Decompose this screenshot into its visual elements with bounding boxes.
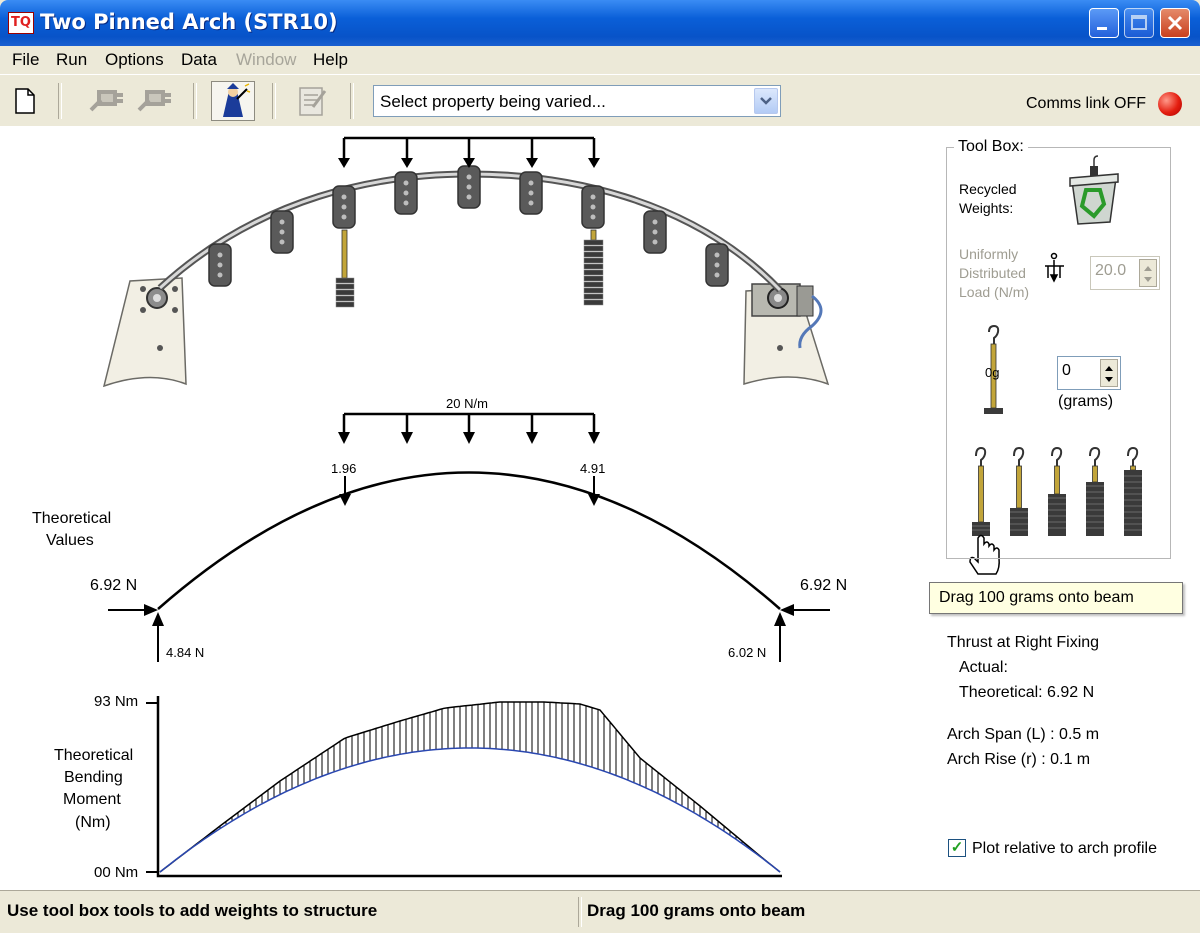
grams-value[interactable]: 0 [1062, 362, 1071, 380]
status-bar: Use tool box tools to add weights to str… [0, 890, 1200, 933]
bm-outer-curve [159, 701, 781, 873]
menu-options[interactable]: Options [105, 50, 164, 70]
udl-label-2: Distributed [959, 265, 1026, 281]
bm-label-2: Bending [64, 769, 123, 786]
menu-run[interactable]: Run [56, 50, 87, 70]
app-window: TQ Two Pinned Arch (STR10) File Run Opti… [0, 0, 1200, 933]
arch-span: Arch Span (L) : 0.5 m [947, 726, 1100, 743]
force-diagram [108, 412, 830, 662]
notes-button [294, 83, 330, 119]
tool-box-title: Tool Box: [954, 138, 1028, 156]
bm-label-4: (Nm) [75, 814, 111, 831]
connect-button [86, 83, 126, 119]
disconnect-button [134, 83, 174, 119]
grams-spin-arrows[interactable] [1100, 359, 1118, 387]
plot-relative-checkbox[interactable]: ✓ [948, 839, 966, 857]
left-thrust-label: 6.92 N [90, 577, 138, 594]
new-file-button[interactable] [10, 83, 40, 119]
theoretical-values-label-2: Values [46, 532, 94, 549]
property-select-value: Select property being varied... [380, 92, 606, 111]
right-thrust-label: 6.92 N [800, 577, 848, 594]
theoretical-values-label-1: Theoretical [32, 510, 112, 527]
udl-spinner: 20.0 [1090, 256, 1160, 290]
arch-rise: Arch Rise (r) : 0.1 m [947, 751, 1091, 768]
thrust-title: Thrust at Right Fixing [947, 634, 1100, 651]
bending-moment-chart [146, 696, 782, 878]
maximize-icon [1131, 15, 1147, 30]
right-reaction-label: 6.02 N [728, 645, 767, 660]
status-left: Use tool box tools to add weights to str… [7, 901, 378, 920]
thrust-theoretical: Theoretical: 6.92 N [959, 684, 1095, 701]
menu-bar: File Run Options Data Window Help [0, 46, 1200, 74]
wizard-button[interactable] [211, 81, 255, 121]
toolbar-separator [58, 83, 62, 119]
minimize-button[interactable] [1089, 8, 1119, 38]
chevron-down-icon [760, 97, 772, 105]
menu-help[interactable]: Help [313, 50, 348, 70]
notepad-icon [299, 87, 327, 116]
grams-spinner[interactable]: 0 [1057, 356, 1121, 390]
maximize-button[interactable] [1124, 8, 1154, 38]
minimize-icon [1097, 27, 1107, 30]
bm-min-label: 00 Nm [94, 864, 139, 881]
rig-udl-arrows [338, 136, 600, 168]
toolbar-separator [272, 83, 276, 119]
udl-value-label: 20 N/m [446, 396, 488, 411]
menu-data[interactable]: Data [181, 50, 217, 70]
comms-status: Comms link OFF [1026, 95, 1146, 112]
bm-label-1: Theoretical [54, 747, 134, 764]
status-right: Drag 100 grams onto beam [587, 901, 806, 920]
plot-relative-label[interactable]: Plot relative to arch profile [972, 840, 1157, 858]
close-icon [1167, 15, 1183, 31]
plug-icon [137, 90, 171, 112]
toolbar: Select property being varied... Comms li… [0, 74, 1200, 128]
plug-icon [89, 90, 123, 112]
bm-hatch [213, 702, 749, 848]
title-bar[interactable]: TQ Two Pinned Arch (STR10) [0, 0, 1200, 46]
tooltip: Drag 100 grams onto beam [929, 582, 1183, 614]
udl-label-1: Uniformly [959, 246, 1019, 262]
thrust-actual: Actual: [959, 659, 1008, 676]
dropdown-button[interactable] [754, 88, 778, 114]
new-file-icon [15, 88, 35, 114]
menu-file[interactable]: File [12, 50, 39, 70]
bm-inner-curve [159, 747, 781, 873]
property-select[interactable]: Select property being varied... [373, 85, 781, 117]
bm-max-label: 93 Nm [94, 693, 139, 710]
window-title: Two Pinned Arch (STR10) [40, 10, 338, 34]
left-load-label: 1.96 [331, 461, 357, 476]
close-button[interactable] [1160, 8, 1190, 38]
toolbar-separator [350, 83, 354, 119]
toolbar-separator [193, 83, 197, 119]
hanger-weight-label: 0g [985, 365, 1000, 380]
menu-window: Window [236, 50, 297, 69]
left-reaction-label: 4.84 N [166, 645, 205, 660]
grams-unit-label: (grams) [1058, 393, 1114, 410]
right-load-label: 4.91 [580, 461, 606, 476]
recycled-weights-label-2: Weights: [959, 200, 1014, 216]
udl-spin-arrows [1139, 259, 1157, 287]
app-logo-icon: TQ [8, 12, 34, 34]
spin-arrows-icon [1144, 266, 1152, 282]
comms-led-icon [1158, 92, 1182, 116]
status-separator [578, 897, 582, 927]
spin-arrows-icon [1105, 366, 1113, 382]
wizard-icon [223, 83, 251, 117]
udl-value: 20.0 [1095, 262, 1127, 279]
bm-label-3: Moment [63, 791, 121, 808]
checkmark-icon: ✓ [950, 839, 964, 856]
udl-label-3: Load (N/m) [959, 284, 1030, 300]
arch-rig-illustration [102, 165, 830, 388]
recycled-weights-label-1: Recycled [959, 181, 1017, 197]
